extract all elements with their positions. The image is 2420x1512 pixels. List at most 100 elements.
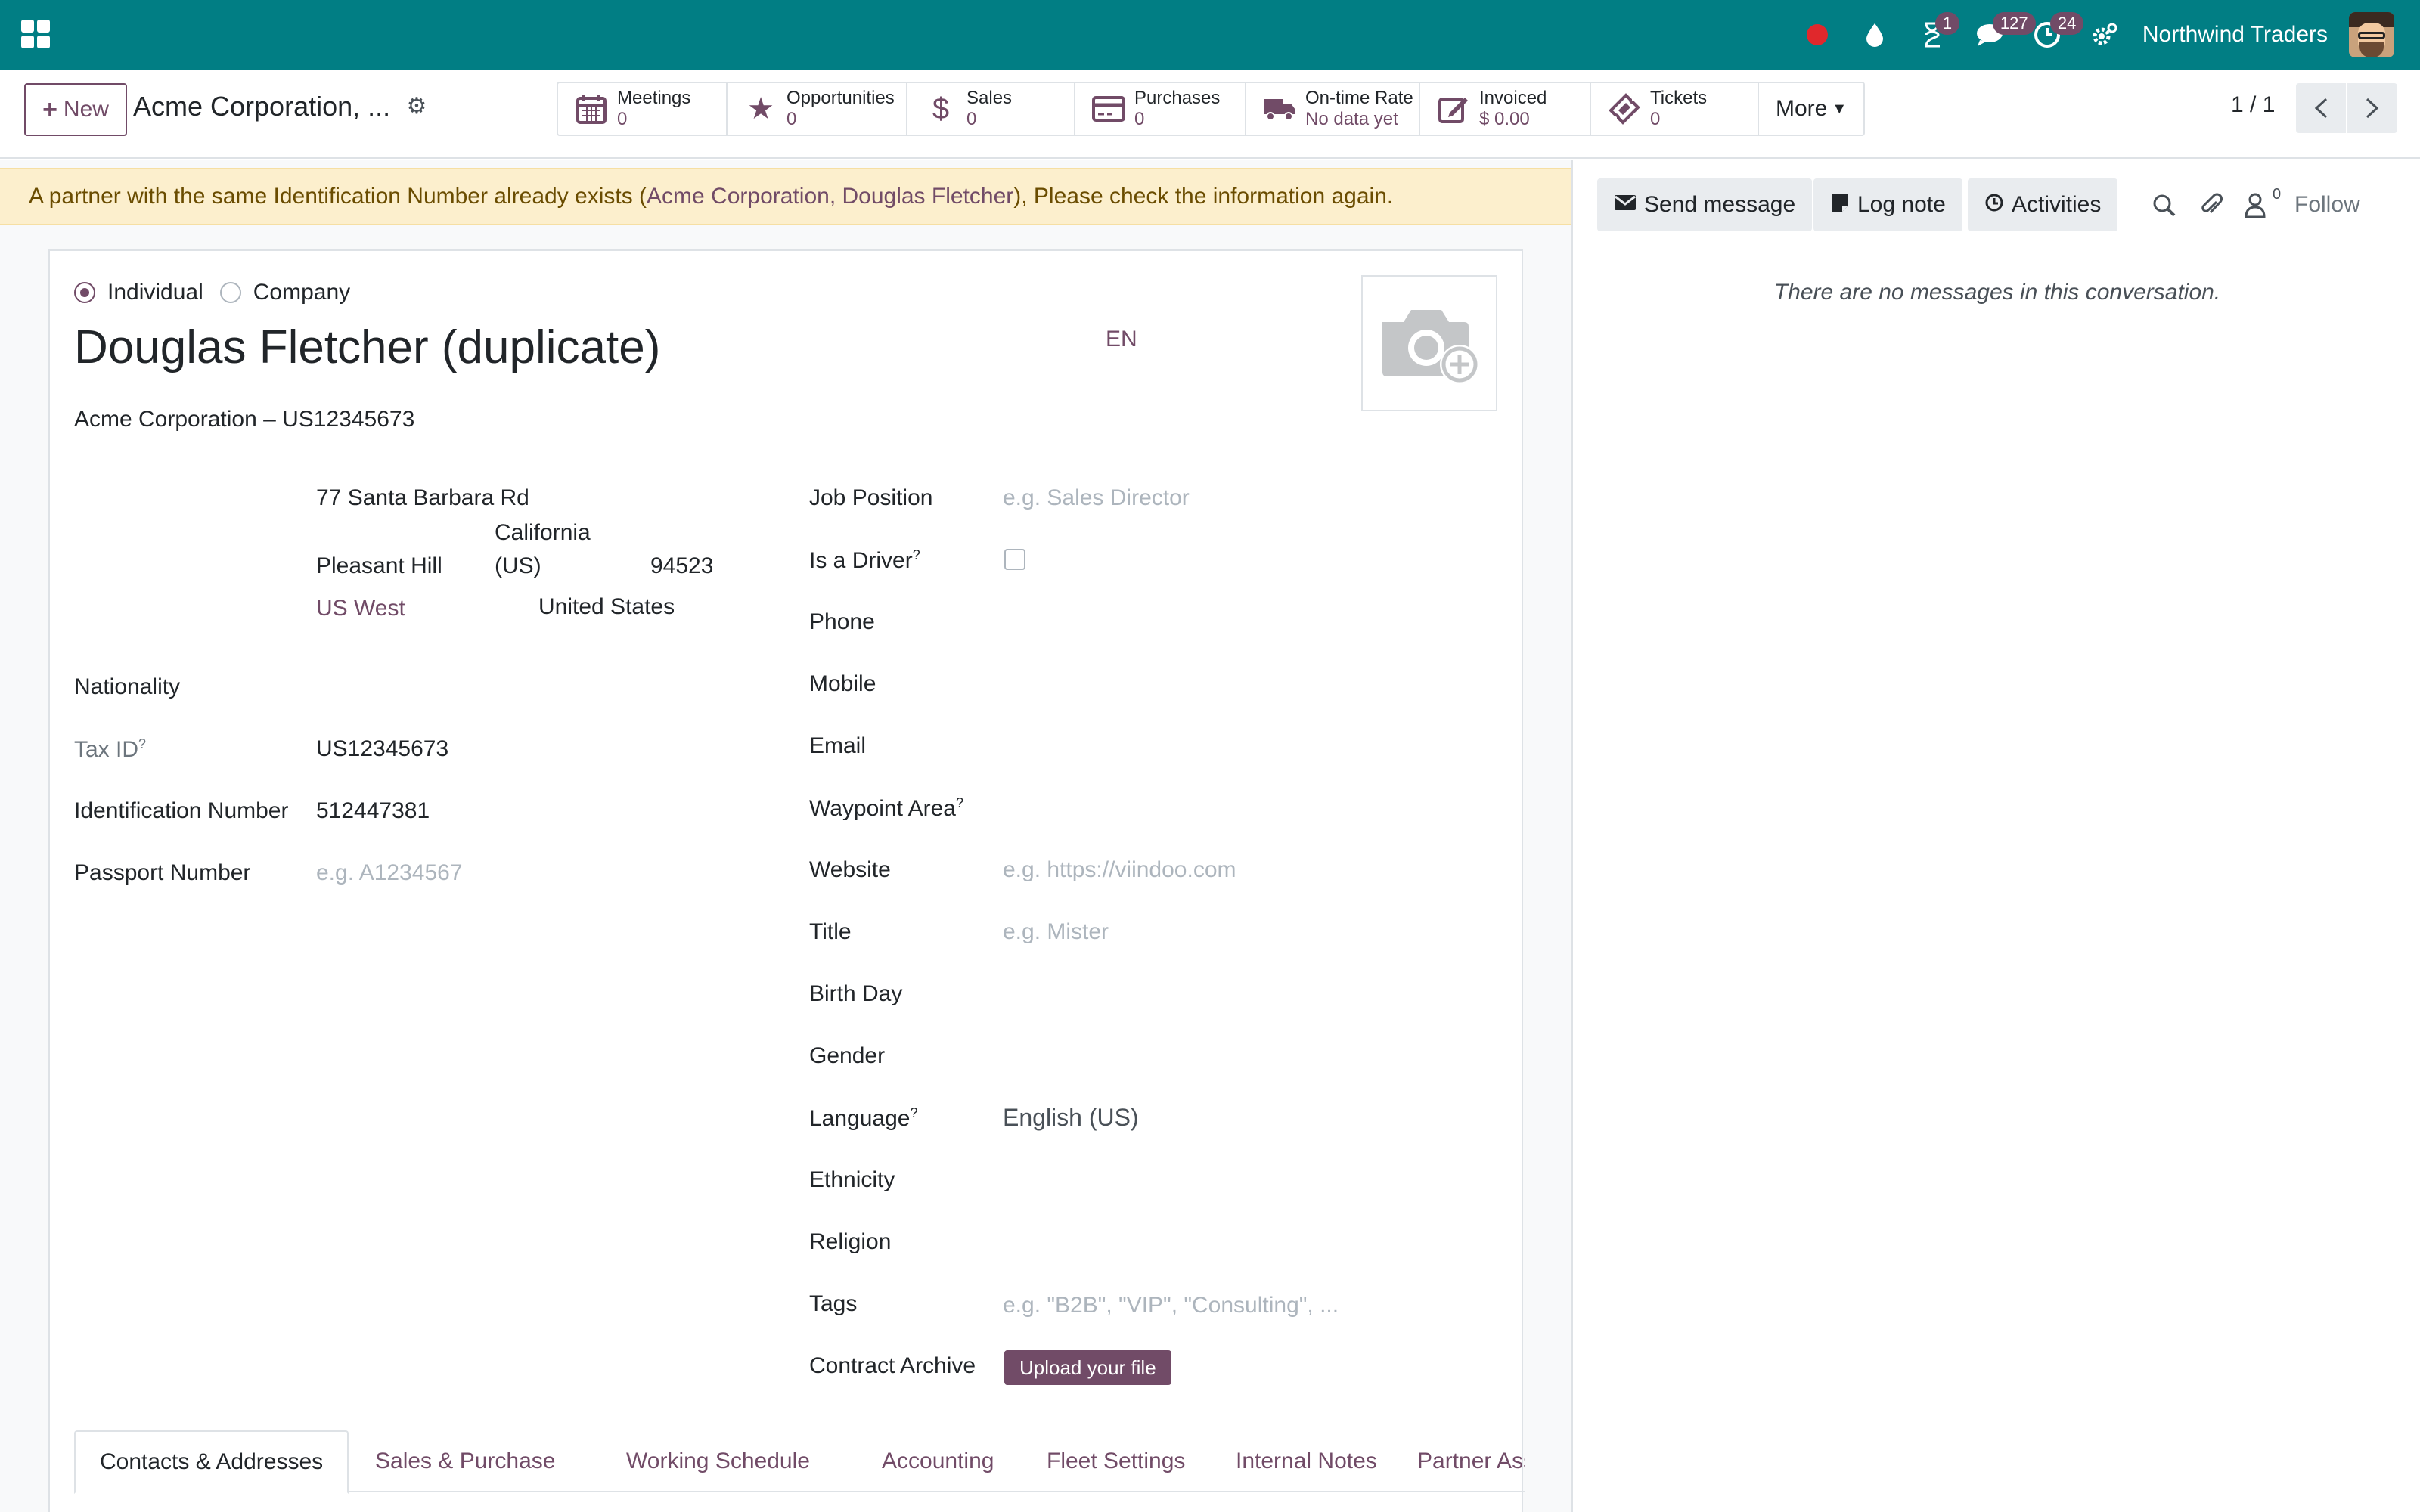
pager-value[interactable]: 1 / 1 (2231, 92, 2275, 118)
waypoint-area-label-text: Waypoint Area (809, 796, 956, 821)
religion-label: Religion (809, 1229, 892, 1254)
smart-button-value: 0 (1134, 109, 1145, 129)
navbar-systray: 1 127 24 Northwind Traders (1775, 0, 2394, 70)
user-avatar[interactable] (2349, 12, 2394, 57)
breadcrumb[interactable]: Acme Corporation, ... (133, 91, 390, 122)
smart-button-label: On-time Rate (1305, 88, 1413, 108)
star-icon: ★ (747, 92, 774, 125)
pager-previous-button[interactable] (2296, 83, 2346, 133)
smart-button-label: Sales (966, 88, 1013, 108)
help-mark[interactable]: ? (913, 547, 920, 562)
radio-individual-label[interactable]: Individual (107, 280, 203, 305)
tickets-smart-button[interactable]: Tickets 0 (1591, 83, 1759, 135)
smart-button-value: 0 (966, 109, 977, 129)
help-mark[interactable]: ? (138, 736, 146, 751)
on-time-rate-smart-button[interactable]: On-time Rate No data yet (1246, 83, 1420, 135)
follow-button[interactable]: Follow (2294, 192, 2360, 218)
language-select[interactable]: English (US) (1003, 1104, 1139, 1132)
invoiced-smart-button[interactable]: Invoiced $ 0.00 (1420, 83, 1591, 135)
chat-icon[interactable]: 127 (1975, 12, 2036, 50)
gear-icon[interactable]: ⚙ (404, 94, 430, 119)
paperclip-icon[interactable] (2196, 191, 2226, 221)
log-note-button[interactable]: Log note (1813, 178, 1962, 231)
contract-archive-label: Contract Archive (809, 1353, 976, 1378)
region-field[interactable]: US West (316, 596, 405, 621)
hourglass-icon[interactable]: 1 (1917, 12, 1960, 50)
nationality-label: Nationality (74, 674, 181, 699)
purchases-smart-button[interactable]: Purchases 0 (1075, 83, 1246, 135)
drop-icon[interactable] (1860, 20, 1890, 50)
user-lock-icon[interactable] (2240, 191, 2270, 221)
tab-contacts-addresses[interactable]: Contacts & Addresses (74, 1430, 349, 1494)
state-field-line2[interactable]: (US) (495, 553, 541, 579)
meetings-smart-button[interactable]: Meetings 0 (558, 83, 728, 135)
tags-field[interactable]: e.g. "B2B", "VIP", "Consulting", ... (1003, 1293, 1339, 1318)
log-note-label: Log note (1857, 192, 1946, 217)
smart-button-value: 0 (1650, 109, 1661, 129)
upload-file-button[interactable]: Upload your file (1004, 1350, 1171, 1385)
settings-icon[interactable] (2090, 20, 2120, 50)
title-label: Title (809, 919, 852, 944)
opportunities-smart-button[interactable]: ★ Opportunities 0 (728, 83, 908, 135)
smart-button-label: Tickets (1650, 88, 1708, 108)
activity-badge: 1 (1934, 12, 1960, 35)
identification-number-label: Identification Number (74, 798, 289, 823)
job-position-field[interactable]: e.g. Sales Director (1003, 485, 1190, 511)
is-driver-checkbox[interactable] (1004, 549, 1025, 570)
city-field[interactable]: Pleasant Hill (316, 553, 442, 579)
radio-individual[interactable] (74, 282, 95, 303)
website-label: Website (809, 857, 891, 882)
help-mark[interactable]: ? (956, 795, 963, 810)
smart-button-label: Opportunities (786, 88, 895, 108)
tab-internal-notes[interactable]: Internal Notes (1236, 1430, 1377, 1492)
tab-partner-assign[interactable]: Partner Assign (1417, 1430, 1525, 1492)
new-button[interactable]: + New (24, 83, 127, 136)
tax-id-field[interactable]: US12345673 (316, 736, 448, 762)
email-label: Email (809, 733, 867, 758)
passport-number-field[interactable]: e.g. A1234567 (316, 860, 463, 886)
is-driver-label: Is a Driver? (809, 547, 920, 574)
search-icon[interactable] (2149, 191, 2180, 221)
tab-sales-purchase[interactable]: Sales & Purchase (375, 1430, 555, 1492)
envelope-icon (1614, 193, 1637, 217)
form-view: A partner with the same Identification N… (0, 160, 1573, 1512)
parent-company-field[interactable]: Acme Corporation – US12345673 (74, 407, 414, 432)
tab-accounting[interactable]: Accounting (882, 1430, 994, 1492)
sales-smart-button[interactable]: $ Sales 0 (908, 83, 1075, 135)
smart-button-value: $ 0.00 (1479, 109, 1530, 129)
title-field[interactable]: e.g. Mister (1003, 919, 1109, 945)
identification-number-field[interactable]: 512447381 (316, 798, 430, 824)
pager-next-button[interactable] (2347, 83, 2397, 133)
help-mark[interactable]: ? (910, 1105, 917, 1120)
more-label: More (1776, 96, 1828, 121)
activities-button[interactable]: Activities (1968, 178, 2118, 231)
tab-working-schedule[interactable]: Working Schedule (626, 1430, 810, 1492)
gender-label: Gender (809, 1043, 886, 1068)
tab-fleet-settings[interactable]: Fleet Settings (1047, 1430, 1185, 1492)
website-field[interactable]: e.g. https://viindoo.com (1003, 857, 1236, 883)
alert-text-start: A partner with the same Identification N… (29, 184, 647, 209)
send-message-button[interactable]: Send message (1597, 178, 1813, 231)
passport-number-label: Passport Number (74, 860, 251, 885)
clock-icon[interactable]: 24 (2032, 12, 2084, 50)
record-icon[interactable] (1802, 20, 1832, 50)
zip-field[interactable]: 94523 (650, 553, 713, 579)
ethnicity-label: Ethnicity (809, 1167, 895, 1192)
partner-name-field[interactable]: Douglas Fletcher (duplicate) (74, 321, 660, 374)
radio-company-label[interactable]: Company (253, 280, 350, 305)
job-position-label: Job Position (809, 485, 933, 510)
state-field-line1[interactable]: California (495, 520, 591, 546)
duplicate-partner-link[interactable]: Acme Corporation, Douglas Fletcher (647, 184, 1013, 209)
duplicate-warning-alert: A partner with the same Identification N… (0, 168, 1571, 225)
more-smart-buttons[interactable]: More ▼ (1759, 83, 1863, 135)
name-translation-button[interactable]: EN (1106, 327, 1137, 352)
alert-text-end: ), Please check the information again. (1013, 184, 1394, 209)
partner-image-upload[interactable] (1361, 275, 1497, 411)
notebook-tabs: Contacts & Addresses Sales & Purchase Wo… (74, 1430, 1525, 1494)
company-switcher[interactable]: Northwind Traders (2142, 22, 2328, 48)
radio-company[interactable] (219, 282, 241, 303)
country-field[interactable]: United States (538, 594, 675, 620)
apps-icon[interactable] (21, 20, 50, 48)
clock-badge: 24 (2049, 12, 2084, 35)
street-field[interactable]: 77 Santa Barbara Rd (316, 485, 529, 511)
